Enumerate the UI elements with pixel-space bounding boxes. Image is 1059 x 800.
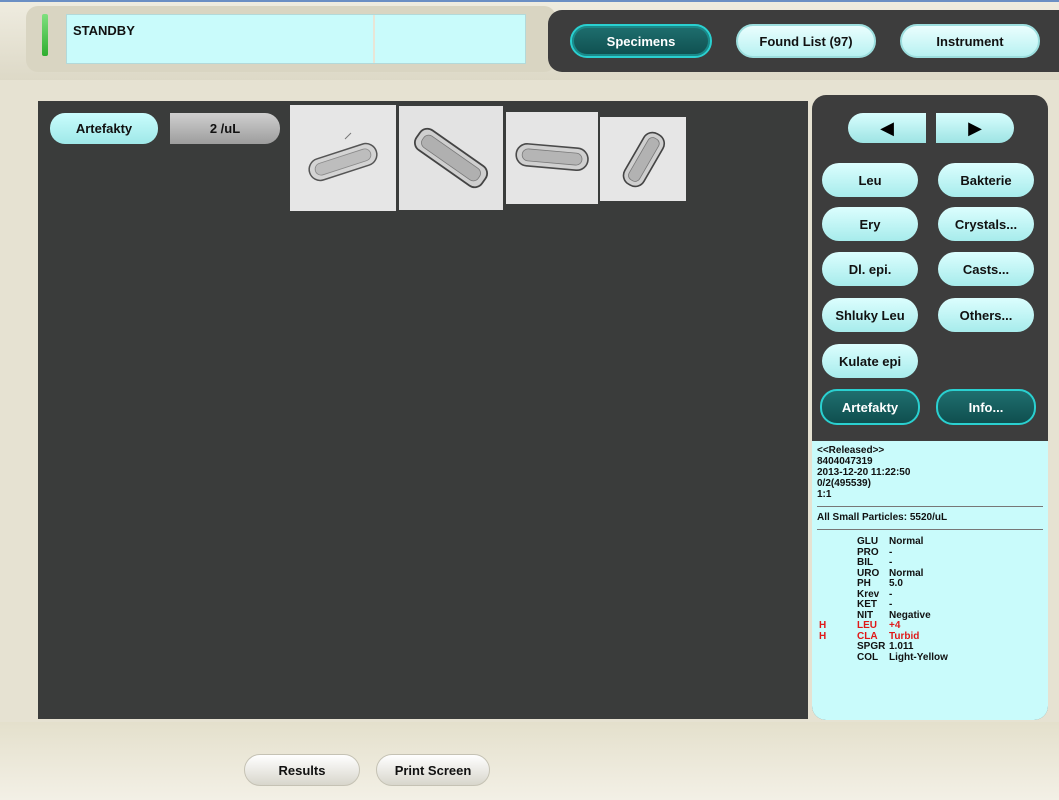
- nav-panel: Specimens Found List (97) Instrument: [548, 10, 1059, 72]
- category-others-button[interactable]: Others...: [938, 298, 1034, 332]
- right-arrow-icon: ▶: [968, 117, 982, 138]
- category-panel: ◀ ▶ Leu Bakterie Ery Crystals... Dl. epi…: [812, 95, 1048, 720]
- particle-thumbnail[interactable]: [290, 105, 396, 211]
- specimen-id: 8404047319: [817, 456, 873, 467]
- status-indicator: [42, 14, 48, 56]
- test-row: URO Normal: [857, 567, 924, 579]
- test-row: H CLA Turbid: [819, 630, 920, 642]
- specimens-tab[interactable]: Specimens: [570, 24, 712, 58]
- test-row: Krev -: [857, 588, 893, 600]
- particle-image-viewer: Artefakty 2 /uL: [38, 101, 808, 719]
- category-bakterie-button[interactable]: Bakterie: [938, 163, 1034, 197]
- particle-class-label: Artefakty: [50, 113, 158, 144]
- category-artefakty-button[interactable]: Artefakty: [820, 389, 920, 425]
- particle-thumbnail[interactable]: [506, 112, 598, 204]
- bottom-bar: [0, 722, 1059, 800]
- info-button[interactable]: Info...: [936, 389, 1036, 425]
- test-row: BIL -: [857, 557, 893, 568]
- test-row: COL Light-Yellow: [857, 651, 948, 663]
- release-status: <<Released>>: [817, 445, 885, 456]
- test-row: PRO -: [857, 546, 893, 558]
- results-button[interactable]: Results: [244, 754, 360, 786]
- instrument-tab[interactable]: Instrument: [900, 24, 1040, 58]
- small-particles: All Small Particles: 5520/uL: [817, 512, 948, 523]
- category-kulate-epi-button[interactable]: Kulate epi: [822, 344, 918, 378]
- test-row: GLU Normal: [857, 536, 924, 547]
- left-arrow-icon: ◀: [880, 117, 894, 138]
- test-row: NIT Negative: [857, 609, 931, 621]
- dilution: 1:1: [817, 489, 832, 500]
- status-divider: [373, 15, 375, 63]
- category-shluky-leu-button[interactable]: Shluky Leu: [822, 298, 918, 332]
- specimen-info: <<Released>> 8404047319 2013-12-20 11:22…: [812, 441, 1048, 720]
- particle-thumbnail[interactable]: [399, 106, 503, 210]
- particle-count: 2 /uL: [170, 113, 280, 144]
- category-crystals-button[interactable]: Crystals...: [938, 207, 1034, 241]
- separator: [817, 506, 1043, 507]
- specimen-datetime: 2013-12-20 11:22:50: [817, 467, 911, 478]
- rack-position: 0/2(495539): [817, 478, 871, 489]
- status-box: STANDBY: [66, 14, 526, 64]
- category-casts-button[interactable]: Casts...: [938, 252, 1034, 286]
- category-ery-button[interactable]: Ery: [822, 207, 918, 241]
- category-dl-epi-button[interactable]: Dl. epi.: [822, 252, 918, 286]
- found-list-tab[interactable]: Found List (97): [736, 24, 876, 58]
- previous-button[interactable]: ◀: [848, 113, 926, 143]
- chemistry-results: GLU Normal PRO - BIL - URO Normal PH 5.0 Krev…: [817, 535, 1043, 663]
- test-row: H LEU +4: [819, 620, 901, 631]
- particle-thumbnail[interactable]: [600, 117, 686, 201]
- test-row: SPGR 1.011: [857, 641, 914, 652]
- test-row: PH 5.0: [857, 578, 903, 589]
- status-text: STANDBY: [73, 23, 135, 38]
- category-leu-button[interactable]: Leu: [822, 163, 918, 197]
- test-row: KET -: [857, 599, 893, 610]
- next-button[interactable]: ▶: [936, 113, 1014, 143]
- print-screen-button[interactable]: Print Screen: [376, 754, 490, 786]
- separator: [817, 529, 1043, 530]
